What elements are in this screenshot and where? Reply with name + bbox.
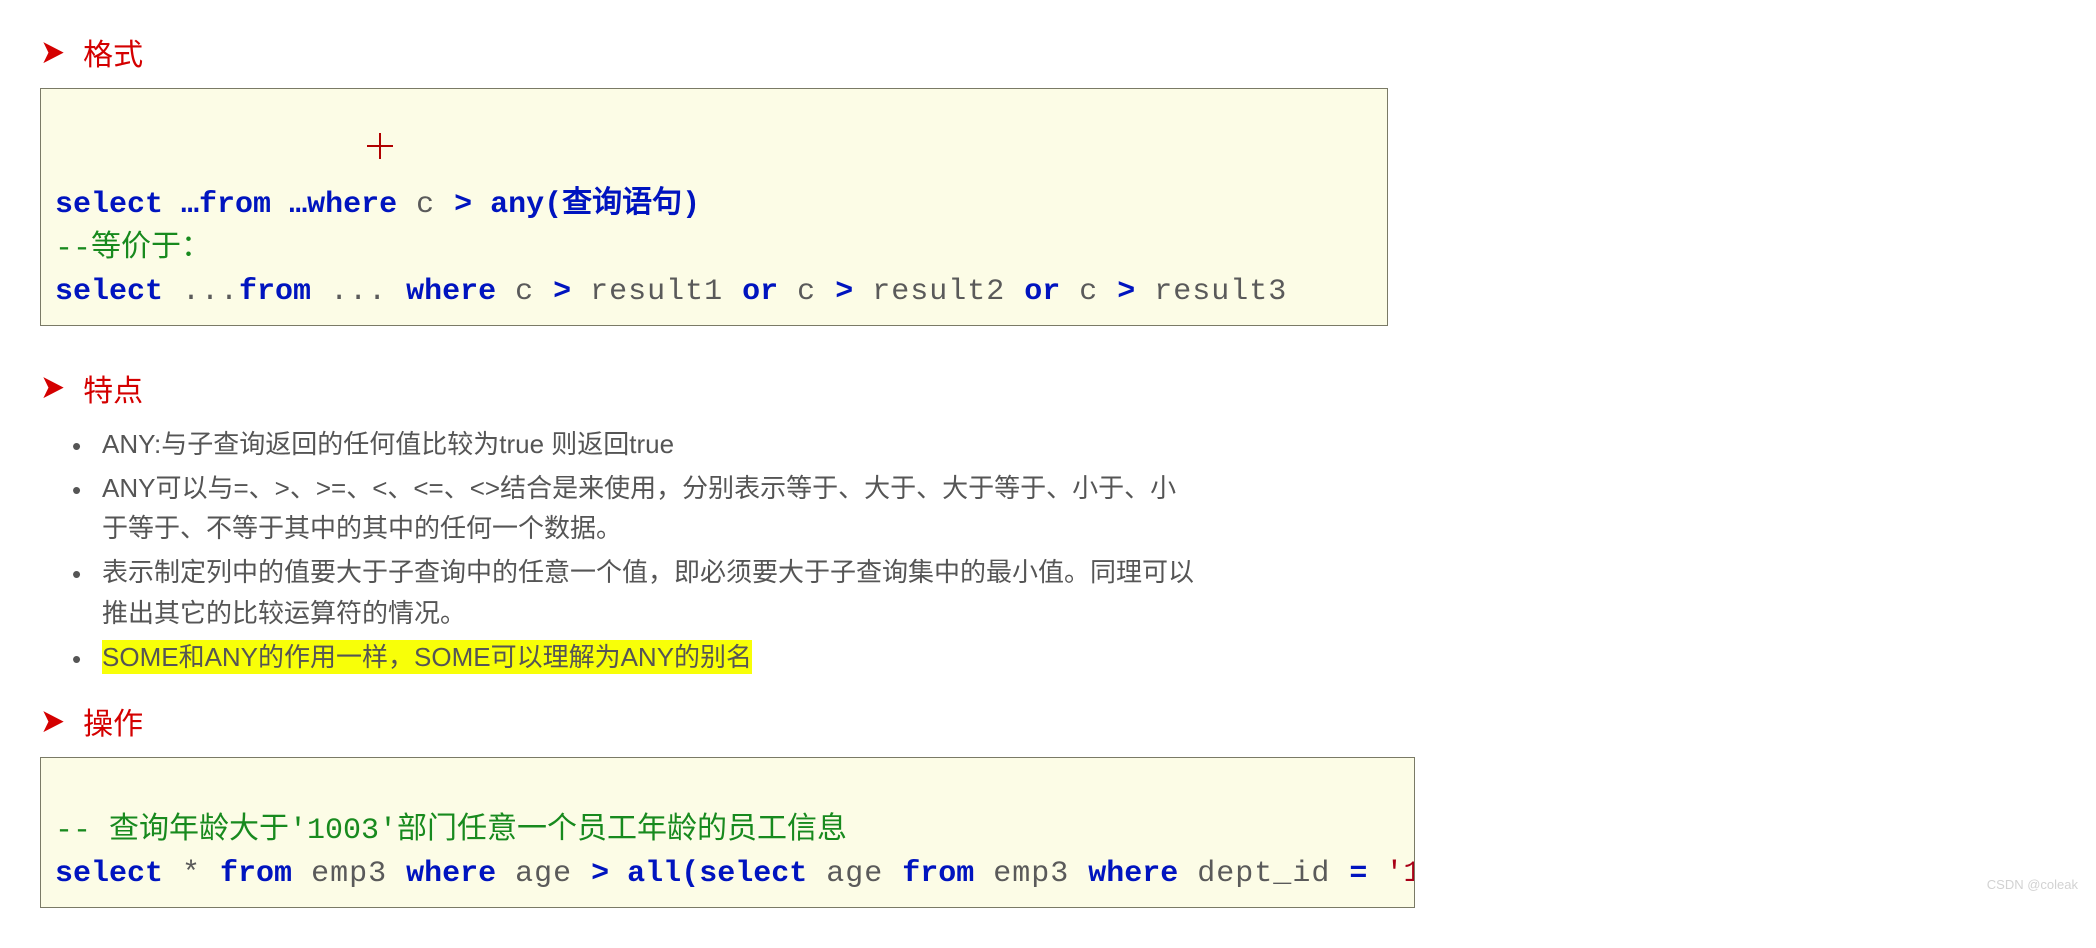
list-item-text: ANY:与子查询返回的任何值比较为true 则返回true: [102, 429, 674, 459]
comment-op: -- 查询年龄大于'1003'部门任意一个员工年龄的员工信息: [55, 814, 847, 848]
crosshair-cursor-icon: [367, 133, 393, 159]
watermark: CSDN @coleak: [1987, 877, 2078, 892]
star: *: [163, 857, 220, 891]
comment-equiv: --等价于：: [55, 232, 211, 266]
list-item: ANY:与子查询返回的任何值比较为true 则返回true: [102, 424, 1202, 464]
space: [472, 188, 490, 222]
dots: ...: [311, 275, 406, 309]
kw-where: where: [406, 857, 496, 891]
op-gt: >: [591, 857, 609, 891]
arrow-icon: ➤: [40, 368, 65, 407]
list-item-text: 表示制定列中的值要大于子查询中的任意一个值，即必须要大于子查询集中的最小值。同理…: [102, 557, 1194, 627]
heading-operation: ➤ 操作: [40, 699, 1420, 743]
kw-from: from: [902, 857, 974, 891]
features-list: ANY:与子查询返回的任何值比较为true 则返回true ANY可以与=、>、…: [40, 424, 1420, 678]
codeblock-format: select …from …where c > any(查询语句) --等价于：…: [40, 88, 1388, 326]
result1: result1: [571, 275, 742, 309]
heading-features-text: 特点: [83, 366, 143, 410]
ellipsis: …: [163, 188, 199, 222]
document-page: ➤ 格式 select …from …where c > any(查询语句) -…: [0, 0, 1450, 948]
paren-query: (查询语句): [544, 188, 700, 222]
kw-where: where: [1088, 857, 1178, 891]
kw-or: or: [1024, 275, 1060, 309]
kw-select: select: [55, 275, 163, 309]
arrow-icon: ➤: [40, 33, 65, 72]
op-gt: >: [454, 188, 472, 222]
list-item: 表示制定列中的值要大于子查询中的任意一个值，即必须要大于子查询集中的最小值。同理…: [102, 552, 1202, 633]
expr-c: c: [496, 275, 553, 309]
op-gt: >: [835, 275, 853, 309]
codeblock-operation: -- 查询年龄大于'1003'部门任意一个员工年龄的员工信息 select * …: [40, 757, 1415, 908]
op-gt: >: [553, 275, 571, 309]
table-emp: emp3: [292, 857, 406, 891]
kw-select: select: [55, 188, 163, 222]
list-item-text-highlight: SOME和ANY的作用一样，SOME可以理解为ANY的别名: [102, 640, 752, 674]
expr-c: c: [397, 188, 454, 222]
heading-features: ➤ 特点: [40, 366, 1420, 410]
arrow-icon: ➤: [40, 702, 65, 741]
heading-format: ➤ 格式: [40, 30, 1420, 74]
string-literal: '1003': [1367, 857, 1415, 891]
kw-select: select: [55, 857, 163, 891]
expr-c: c: [778, 275, 835, 309]
result3: result3: [1135, 275, 1287, 309]
list-item-text: ANY可以与=、>、>=、<、<=、<>结合是来使用，分别表示等于、大于、大于等…: [102, 473, 1176, 543]
lparen: (: [681, 857, 699, 891]
col-age: age: [496, 857, 591, 891]
space: [609, 857, 627, 891]
col-age: age: [807, 857, 902, 891]
result2: result2: [853, 275, 1024, 309]
list-item: SOME和ANY的作用一样，SOME可以理解为ANY的别名: [102, 637, 1202, 677]
kw-all: all: [627, 857, 681, 891]
kw-from: from: [220, 857, 292, 891]
op-gt: >: [1117, 275, 1135, 309]
expr-c: c: [1060, 275, 1117, 309]
kw-where: where: [406, 275, 496, 309]
kw-from: from: [199, 188, 271, 222]
kw-where: where: [307, 188, 397, 222]
col-deptid: dept_id: [1178, 857, 1349, 891]
kw-or: or: [742, 275, 778, 309]
heading-operation-text: 操作: [83, 699, 143, 743]
kw-select: select: [699, 857, 807, 891]
list-item: ANY可以与=、>、>=、<、<=、<>结合是来使用，分别表示等于、大于、大于等…: [102, 468, 1202, 549]
kw-from: from: [239, 275, 311, 309]
kw-any: any: [490, 188, 544, 222]
dots: ...: [163, 275, 239, 309]
table-emp: emp3: [974, 857, 1088, 891]
heading-format-text: 格式: [83, 30, 143, 74]
ellipsis: …: [271, 188, 307, 222]
op-eq: =: [1349, 857, 1367, 891]
